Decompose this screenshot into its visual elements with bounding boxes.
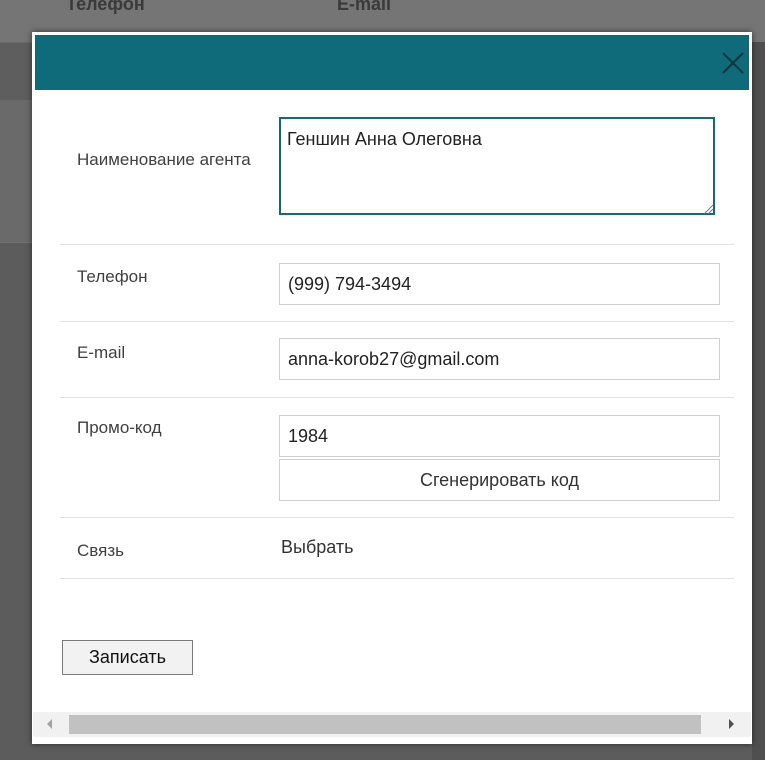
row-link: Связь <box>60 518 734 579</box>
generate-code-button[interactable]: Сгенерировать код <box>279 459 720 501</box>
select-link-button[interactable]: Выбрать <box>281 537 354 558</box>
email-input[interactable] <box>279 338 720 380</box>
horizontal-scrollbar[interactable] <box>33 712 751 737</box>
scroll-right-icon[interactable] <box>729 719 734 729</box>
background-column-phone: Телефон <box>66 0 145 14</box>
email-label: E-mail <box>77 343 126 362</box>
save-button[interactable]: Записать <box>62 640 193 675</box>
agent-name-label: Наименование агента <box>77 150 251 169</box>
link-label: Связь <box>77 541 124 560</box>
agent-name-textarea[interactable]: Геншин Анна Олеговна <box>279 117 715 215</box>
promo-input[interactable] <box>279 415 720 457</box>
scroll-left-icon[interactable] <box>47 719 52 729</box>
close-icon[interactable] <box>719 49 747 77</box>
promo-label: Промо-код <box>77 418 162 437</box>
scroll-thumb[interactable] <box>69 715 701 734</box>
resize-grip-icon[interactable] <box>702 202 714 215</box>
background-column-email: E-mail <box>337 0 392 14</box>
background-scroll-strip <box>752 42 765 760</box>
phone-input[interactable] <box>279 263 720 305</box>
phone-label: Телефон <box>77 267 148 286</box>
dialog-titlebar <box>35 35 749 90</box>
